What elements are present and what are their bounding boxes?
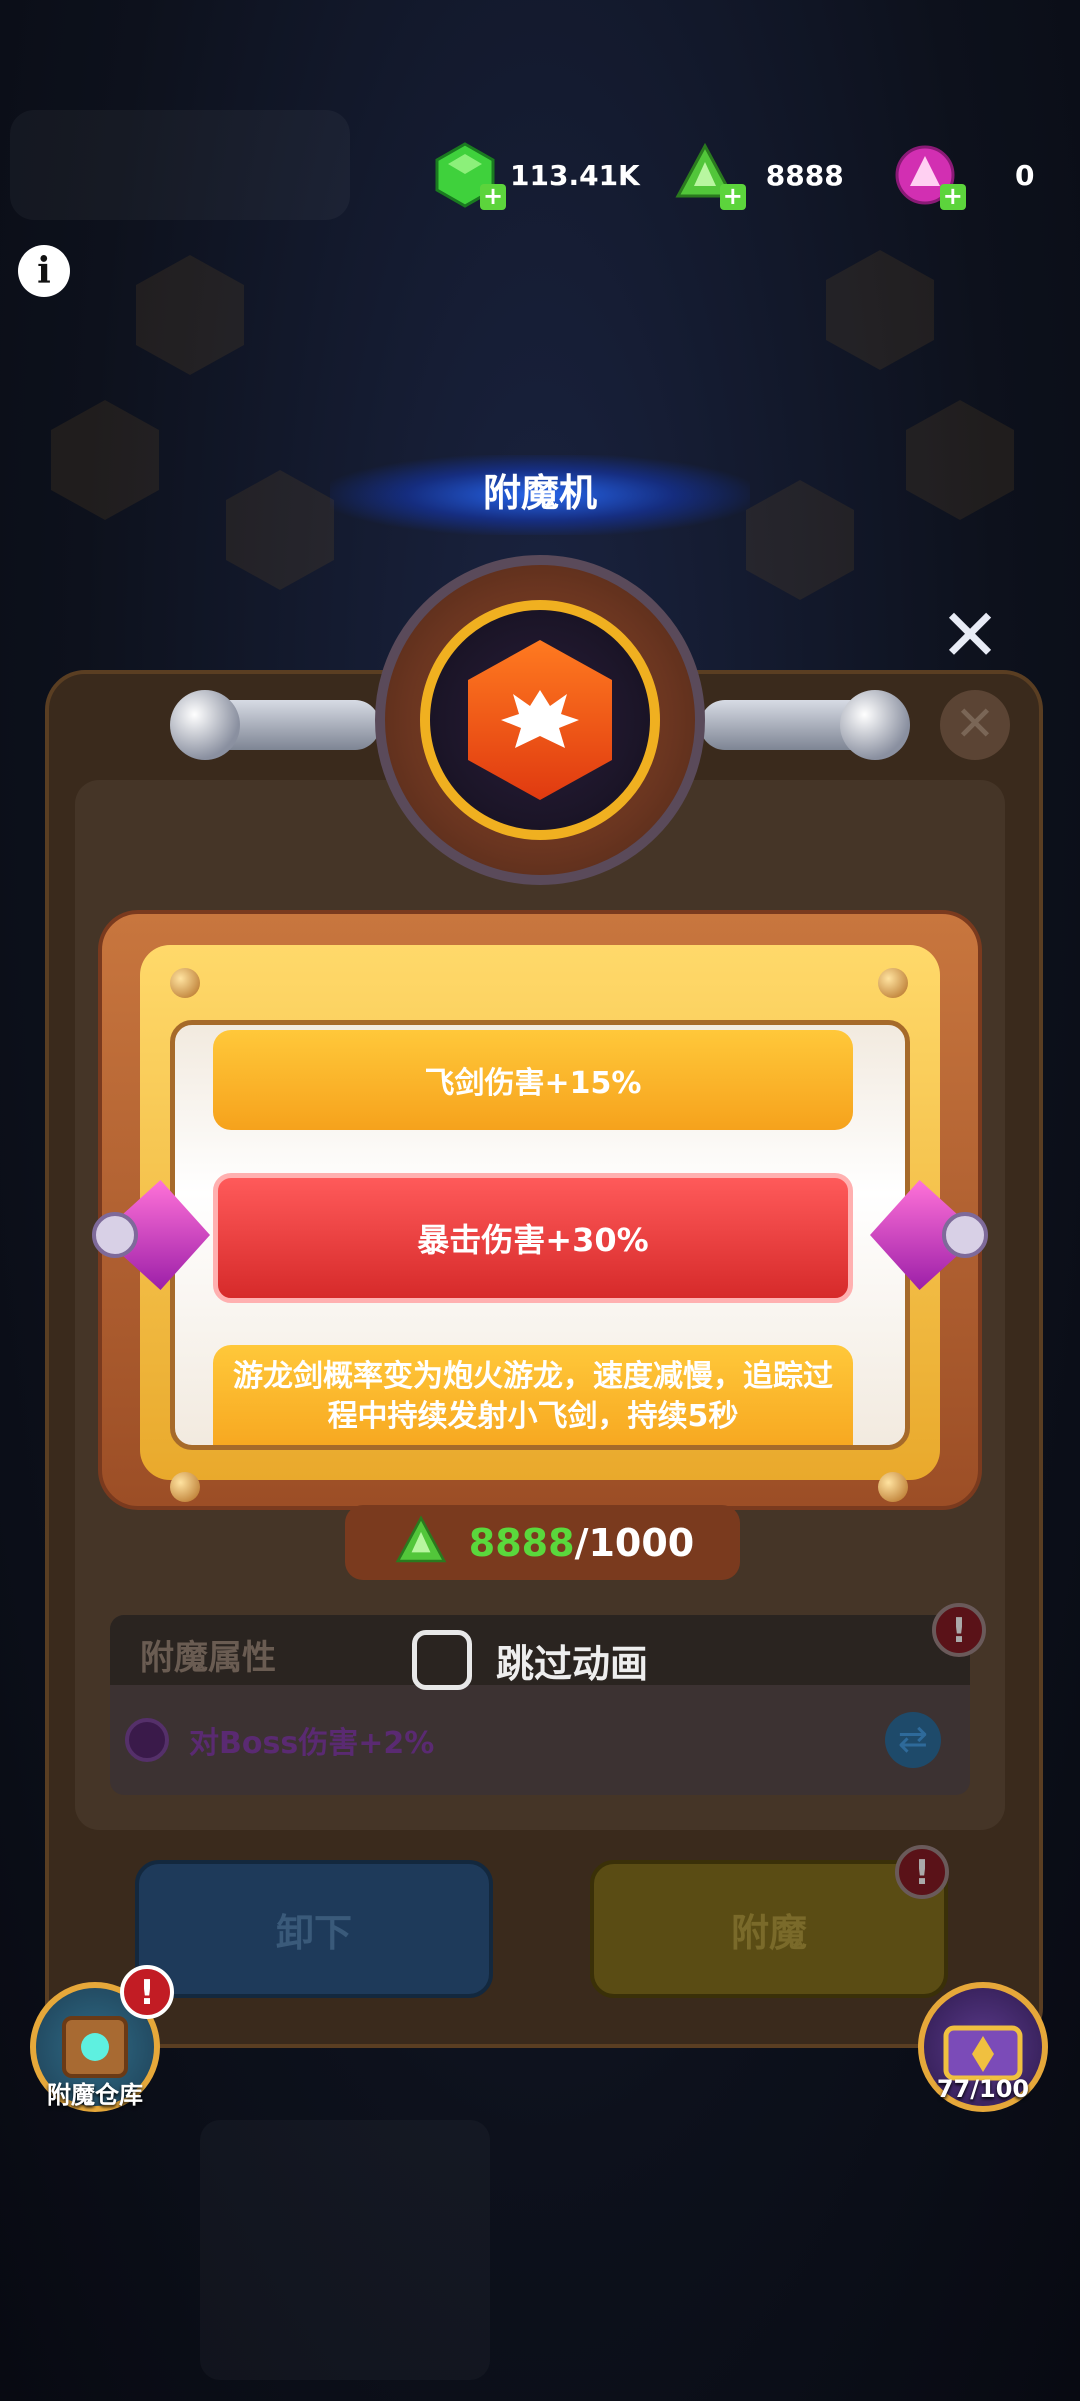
reel-option-top: 飞剑伤害+15% — [213, 1030, 853, 1130]
machine-knob-left — [170, 690, 240, 760]
cost-have: 8888 — [468, 1520, 575, 1565]
green-crystal-icon — [395, 1514, 447, 1562]
bg-player-card — [10, 110, 350, 220]
add-icon[interactable]: + — [719, 184, 746, 210]
unequip-button[interactable]: 卸下 — [135, 1860, 493, 1998]
skip-animation-checkbox[interactable] — [412, 1630, 472, 1690]
panel-close-icon: ✕ — [940, 690, 1010, 760]
add-icon[interactable]: + — [480, 184, 506, 210]
bg-bottom-nav — [200, 2120, 490, 2380]
skip-animation-toggle[interactable]: 跳过动画 — [412, 1630, 648, 1690]
skip-animation-label: 跳过动画 — [496, 1641, 649, 1686]
attr-row: 对Boss伤害+2% — [125, 1710, 955, 1770]
cost-need: /1000 — [574, 1520, 695, 1565]
rivet — [878, 1472, 908, 1502]
currency-pink-crystal[interactable]: + 0 — [890, 140, 1080, 210]
attr-title: 附魔属性 — [140, 1638, 276, 1678]
info-icon[interactable]: i — [18, 245, 70, 297]
currency-green-crystal[interactable]: + 8888 — [670, 140, 860, 210]
reel-option-selected: 暴击伤害+30% — [213, 1173, 853, 1303]
currency-value: 113.41K — [510, 158, 640, 192]
enchant-reel: 飞剑伤害+15% 暴击伤害+30% 游龙剑概率变为炮火游龙，速度减慢，追踪过程中… — [170, 1020, 910, 1450]
machine-knob-right — [840, 690, 910, 760]
pink-crystal-icon: + — [890, 140, 966, 210]
rivet — [878, 968, 908, 998]
right-gem-ring — [942, 1212, 988, 1258]
attr-value: 对Boss伤害+2% — [189, 1726, 435, 1761]
badge-alert: ! — [895, 1845, 949, 1899]
currency-value: 8888 — [765, 158, 844, 192]
chest-progress-label: 77/100 — [936, 2075, 1030, 2103]
add-icon[interactable]: + — [939, 184, 966, 210]
currency-value: 0 — [1015, 158, 1035, 192]
rivet — [170, 1472, 200, 1502]
enchant-machine — [170, 555, 910, 915]
badge-alert: ! — [932, 1603, 986, 1657]
green-gem-icon: + — [430, 140, 506, 210]
left-gem-ring — [92, 1212, 138, 1258]
enchant-button[interactable]: 附魔 — [590, 1860, 948, 1998]
close-icon[interactable]: ✕ — [935, 599, 1005, 671]
dialog-title: 附魔机 — [482, 471, 597, 515]
currency-bar: + 113.41K + 8888 + 0 — [430, 130, 1060, 220]
currency-green-gem[interactable]: + 113.41K — [430, 140, 640, 210]
storage-badge-alert: ! — [120, 1965, 174, 2019]
purple-gem-icon — [125, 1718, 169, 1762]
swap-icon[interactable]: ⇄ — [885, 1712, 941, 1768]
enchant-storage-label: 附魔仓库 — [47, 2081, 143, 2109]
enchant-cost: 8888 /1000 — [345, 1505, 740, 1580]
green-crystal-icon: + — [670, 140, 746, 210]
rivet — [170, 968, 200, 998]
reel-option-bottom: 游龙剑概率变为炮火游龙，速度减慢，追踪过程中持续发射小飞剑，持续5秒 — [213, 1345, 853, 1445]
